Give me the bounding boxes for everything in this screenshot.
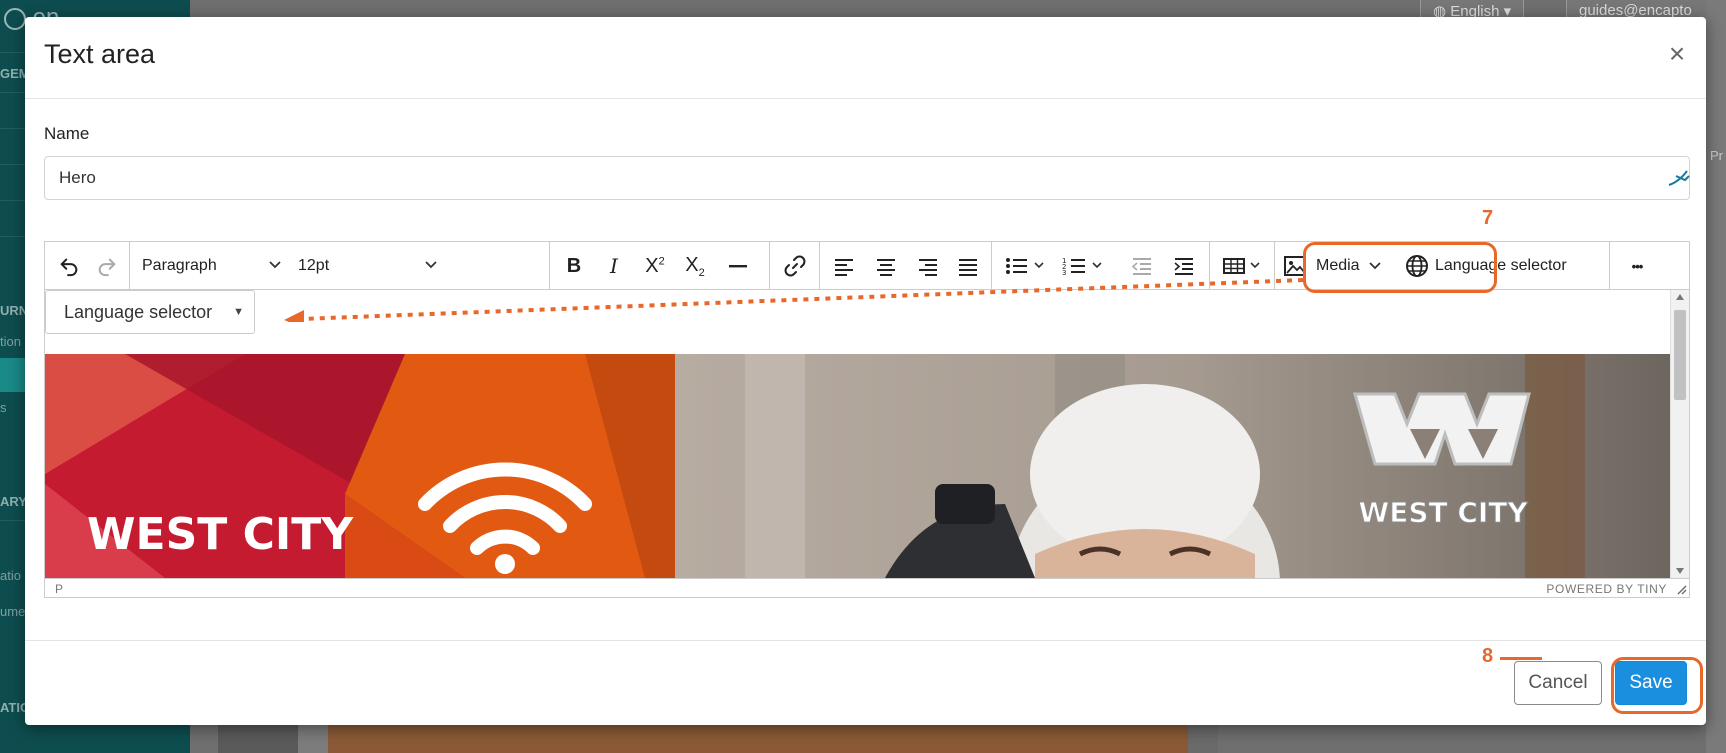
undo-icon	[60, 258, 78, 277]
sidebar-item[interactable]: ume	[0, 604, 25, 619]
translate-icon[interactable]	[1667, 167, 1691, 189]
resize-handle-icon[interactable]	[1675, 583, 1687, 595]
cancel-button[interactable]: Cancel	[1514, 661, 1602, 705]
caret-down-icon: ▼	[233, 306, 244, 318]
sidebar-item[interactable]: tion	[0, 334, 21, 349]
align-right-button[interactable]	[910, 250, 946, 282]
undo-button[interactable]	[53, 250, 85, 282]
bullet-list-button[interactable]	[1000, 250, 1052, 282]
sidebar-item[interactable]: atio	[0, 568, 21, 583]
sidebar-section: ARY	[0, 494, 27, 509]
chevron-down-icon	[269, 261, 281, 269]
image-icon	[1284, 256, 1306, 276]
background-panel	[1188, 722, 1218, 753]
globe-icon	[1406, 255, 1428, 277]
modal-footer: Cancel Save	[25, 640, 1706, 725]
redo-button[interactable]	[91, 250, 123, 282]
language-dropdown[interactable]: Language selector ▼	[45, 290, 255, 334]
modal-header: Text area ×	[25, 17, 1706, 99]
outdent-icon	[1131, 258, 1151, 275]
indent-icon	[1174, 258, 1193, 275]
save-button[interactable]: Save	[1615, 661, 1687, 705]
align-justify-icon	[959, 259, 977, 276]
background-image-preview	[328, 722, 1188, 753]
redo-icon	[98, 258, 116, 277]
toolbar-group-align	[820, 242, 992, 289]
right-logo-text: WEST CITY	[1358, 496, 1528, 529]
sidebar-item-active[interactable]	[0, 358, 28, 392]
horizontal-line-button[interactable]	[720, 250, 756, 282]
language-selector-button[interactable]: Language selector	[1405, 250, 1575, 282]
insert-link-button[interactable]	[778, 250, 812, 282]
hero-banner-image[interactable]: WEST CITY WEST CITY	[45, 354, 1670, 578]
toolbar-group-text-style: B I X2 X2	[550, 242, 770, 289]
toolbar-group-table	[1210, 242, 1275, 289]
toolbar-group-history	[45, 242, 130, 289]
indent-button[interactable]	[1166, 250, 1202, 282]
sidebar-section: URN	[0, 303, 29, 318]
editor-toolbar: Paragraph 12pt B I X2 X2 1 2 3 Media Lan…	[45, 242, 1689, 290]
numbered-list-icon: 1 2 3	[1062, 257, 1102, 277]
block-format-select[interactable]: Paragraph	[142, 250, 282, 282]
bold-icon: B	[566, 254, 582, 277]
background-panel	[218, 722, 298, 753]
close-button[interactable]: ×	[1662, 39, 1692, 69]
italic-button[interactable]: I	[596, 250, 632, 282]
toolbar-group-formats: Paragraph 12pt	[130, 242, 550, 289]
superscript-button[interactable]: X2	[636, 250, 674, 282]
chevron-down-icon	[1368, 262, 1381, 270]
numbered-list-button[interactable]: 1 2 3	[1058, 250, 1110, 282]
link-icon	[784, 255, 806, 277]
background-right-edge: Pr	[1706, 0, 1726, 753]
table-button[interactable]	[1218, 250, 1270, 282]
editor-scrollbar[interactable]	[1670, 290, 1689, 578]
sidebar-item[interactable]: s	[0, 400, 7, 415]
subscript-icon: X2	[685, 253, 705, 279]
toolbar-group-insert: Media Language selector	[1275, 242, 1610, 289]
subscript-button[interactable]: X2	[676, 250, 714, 282]
align-left-icon	[835, 259, 853, 276]
powered-by-tiny[interactable]: POWERED BY TINY	[1546, 582, 1667, 596]
outdent-button[interactable]	[1124, 250, 1160, 282]
logo-ring-icon	[4, 7, 26, 30]
scroll-down-arrow-icon[interactable]	[1676, 568, 1684, 574]
font-size-select[interactable]: 12pt	[298, 250, 438, 282]
step-8-label: 8	[1482, 645, 1494, 667]
horizontal-line-icon	[729, 265, 747, 268]
element-path[interactable]: P	[55, 582, 63, 596]
more-icon: •••	[1631, 258, 1644, 274]
rich-text-editor: Paragraph 12pt B I X2 X2 1 2 3 Media Lan…	[44, 241, 1690, 598]
bullet-list-icon	[1006, 258, 1044, 274]
background-panel	[298, 722, 328, 753]
superscript-icon: X2	[645, 254, 665, 277]
align-right-icon	[919, 259, 937, 276]
name-input[interactable]	[44, 156, 1690, 200]
editor-statusbar: P POWERED BY TINY	[45, 578, 1689, 597]
modal-title: Text area	[44, 39, 156, 69]
toolbar-group-lists: 1 2 3	[992, 242, 1210, 289]
align-center-button[interactable]	[868, 250, 904, 282]
table-icon	[1223, 258, 1260, 274]
step-7-label: 7	[1482, 207, 1494, 229]
bold-button[interactable]: B	[556, 250, 592, 282]
text-area-modal: Text area × Name Hero Paragraph 12pt B I…	[25, 17, 1706, 725]
media-menu-button[interactable]: Media	[1283, 250, 1395, 282]
align-center-icon	[877, 259, 895, 276]
left-logo-text: WEST CITY	[87, 509, 354, 560]
chevron-down-icon	[425, 261, 437, 269]
scroll-up-arrow-icon[interactable]	[1676, 294, 1684, 300]
align-justify-button[interactable]	[950, 250, 986, 282]
more-options-button[interactable]: •••	[1619, 250, 1655, 282]
svg-text:3: 3	[1062, 269, 1066, 277]
align-left-button[interactable]	[826, 250, 862, 282]
toolbar-group-link	[770, 242, 820, 289]
scroll-thumb[interactable]	[1674, 310, 1686, 400]
italic-icon: I	[610, 254, 618, 278]
hero-banner-graphic: WEST CITY WEST CITY	[45, 354, 1670, 578]
name-label: Name	[44, 124, 90, 143]
